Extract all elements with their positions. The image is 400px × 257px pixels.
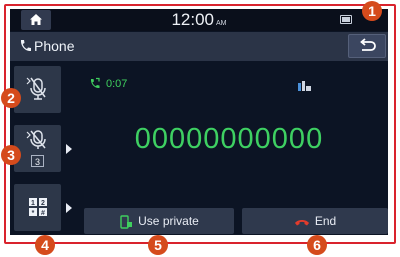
keypad-icon: 1 2 * #: [29, 198, 47, 217]
callout-1: 1: [362, 1, 382, 21]
hang-up-icon: [294, 219, 309, 226]
header-bar: Phone: [10, 32, 388, 61]
page-title: Phone: [34, 38, 75, 54]
end-label: End: [314, 214, 337, 228]
phone-number: 00000000000: [134, 123, 324, 155]
end-call-button[interactable]: End: [242, 208, 388, 234]
privacy-mode-button[interactable]: [14, 66, 61, 113]
use-private-button[interactable]: Use private: [84, 208, 234, 234]
keypad-button[interactable]: 1 2 * #: [14, 184, 61, 231]
back-arrow-icon: [360, 38, 376, 51]
svg-text:#: #: [41, 210, 45, 217]
call-timer: 0:07: [106, 78, 128, 90]
phone-call-screen: 12:00 AM Phone 3 1 2 * # 0:07 0000000000…: [10, 9, 388, 235]
use-private-label: Use private: [138, 214, 199, 228]
svg-text:*: *: [32, 210, 35, 217]
mic-mute-icon: [26, 130, 46, 149]
battery-icon: [340, 15, 352, 24]
back-button[interactable]: [348, 34, 386, 58]
clock-time: 12:00: [171, 10, 215, 29]
callout-4: 4: [35, 235, 55, 255]
status-clock: 12:00 AM: [10, 10, 388, 34]
callout-3: 3: [1, 145, 21, 165]
keypad-expand-arrow[interactable]: [66, 203, 72, 213]
phone-handset-icon: [20, 40, 31, 52]
svg-text:2: 2: [41, 200, 45, 207]
callout-5: 5: [148, 235, 168, 255]
clock-ampm: AM: [216, 20, 227, 27]
mute-button[interactable]: 3: [14, 125, 61, 172]
signal-icon: [298, 81, 311, 91]
svg-text:1: 1: [31, 200, 35, 207]
active-call-icon: [90, 77, 100, 89]
callout-2: 2: [1, 88, 21, 108]
mute-level-badge: 3: [31, 155, 44, 167]
private-phone-icon: [120, 215, 133, 229]
mic-mute-icon: [26, 77, 46, 100]
callout-6: 6: [307, 235, 327, 255]
status-bar: 12:00 AM: [10, 9, 388, 31]
